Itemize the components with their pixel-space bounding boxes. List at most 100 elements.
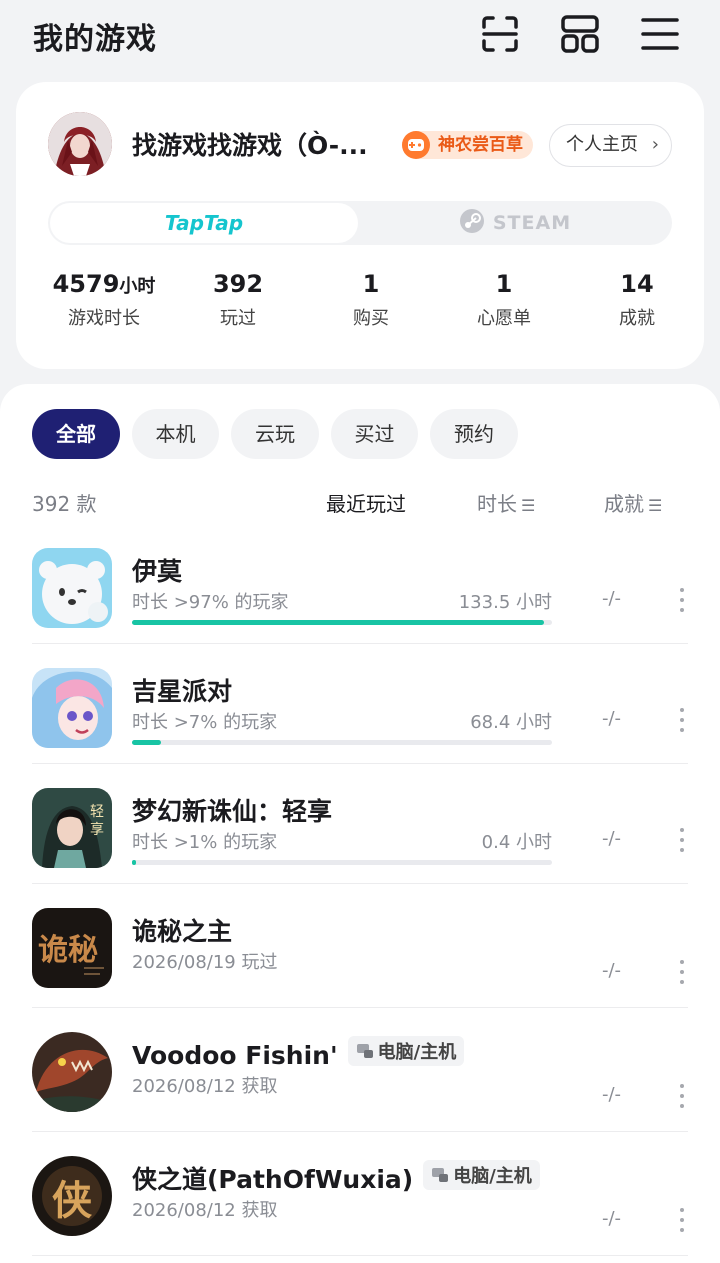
game-row[interactable]: 吉星派对 时长 >7% 的玩家 68.4 小时 -/- xyxy=(32,644,688,764)
stat-value: 392 xyxy=(212,270,264,298)
filter-chip-reserved[interactable]: 预约 xyxy=(430,409,518,459)
stat-label: 玩过 xyxy=(219,308,256,329)
more-icon[interactable] xyxy=(676,1208,688,1232)
game-row[interactable]: 轻享 梦幻新诛仙：轻享 时长 >1% 的玩家 0.4 小时 -/- xyxy=(32,764,688,884)
game-playtime-rank: 时长 >97% 的玩家 xyxy=(132,592,289,613)
pc-console-icon xyxy=(356,1044,373,1058)
playtime-bar-fill xyxy=(132,740,162,745)
title-badge[interactable]: 神农尝百草 xyxy=(402,131,533,159)
filter-chip-bought[interactable]: 买过 xyxy=(331,409,418,459)
stat-label: 购买 xyxy=(353,308,389,329)
sort-achievement-label: 成就 xyxy=(604,492,644,516)
filter-chip-cloud[interactable]: 云玩 xyxy=(231,409,319,459)
steam-label: STEAM xyxy=(492,212,572,234)
game-name: 伊莫 xyxy=(132,557,183,586)
platform-tag: 电脑/主机 xyxy=(423,1160,540,1190)
stat-wishlist[interactable]: 1 心愿单 xyxy=(477,270,531,330)
scan-icon[interactable] xyxy=(480,14,520,54)
stat-unit: 小时 xyxy=(119,276,156,297)
game-title: 侠之道(PathOfWuxia) xyxy=(132,1165,414,1194)
path-of-wuxia-icon: 侠 xyxy=(32,1156,112,1236)
playtime-bar xyxy=(132,860,552,865)
menu-icon[interactable] xyxy=(640,14,680,54)
more-icon[interactable] xyxy=(676,708,688,732)
playtime-bar xyxy=(132,620,552,625)
game-row[interactable]: 诡秘 诡秘之主 2026/08/19 玩过 -/- xyxy=(32,884,688,1008)
game-hours: 0.4 小时 xyxy=(481,832,552,853)
game-name: 吉星派对 xyxy=(132,677,233,706)
steam-icon xyxy=(459,208,485,239)
stat-label: 成就 xyxy=(619,308,655,329)
games-sheet: 全部 本机 云玩 买过 预约 392 款 最近玩过 时长 ☰ 成就 ☰ 伊莫 时长 … xyxy=(0,384,720,1263)
more-icon[interactable] xyxy=(676,588,688,612)
profile-card: 找游戏找游戏（Ò-... 神农尝百草 个人主页 › TapTap STEAM 4… xyxy=(16,82,704,369)
stat-played[interactable]: 392 玩过 xyxy=(213,270,263,330)
game-last-played: 2026/08/19 玩过 xyxy=(132,952,278,973)
stat-value: 1 xyxy=(495,270,513,298)
stat-label: 心愿单 xyxy=(477,308,531,329)
platform-tag: 电脑/主机 xyxy=(347,1036,465,1066)
stat-achievements[interactable]: 14 成就 xyxy=(619,270,655,330)
badge-label: 神农尝百草 xyxy=(438,135,523,155)
game-acquired-date: 2026/08/12 获取 xyxy=(132,1076,278,1097)
game-hours: 133.5 小时 xyxy=(458,592,552,613)
top-bar: 我的游戏 xyxy=(0,0,720,70)
game-playtime-rank: 时长 >1% 的玩家 xyxy=(132,832,278,853)
svg-text:轻: 轻 xyxy=(90,804,104,820)
game-hours: 68.4 小时 xyxy=(470,712,552,733)
stat-value: 4579 xyxy=(52,270,120,298)
avatar[interactable] xyxy=(48,112,112,176)
chevron-right-icon: › xyxy=(651,134,659,155)
filter-chip-local[interactable]: 本机 xyxy=(132,409,219,459)
layout-icon[interactable] xyxy=(560,14,600,54)
game-acquired-date: 2026/08/12 获取 xyxy=(132,1200,278,1221)
playtime-bar xyxy=(132,740,552,745)
user-name: 找游戏找游戏（Ò-... xyxy=(132,131,368,160)
game-achievement: -/- xyxy=(602,708,622,729)
game-achievement: -/- xyxy=(602,1084,622,1105)
stat-purchased[interactable]: 1 购买 xyxy=(353,270,389,330)
filter-chip-all[interactable]: 全部 xyxy=(32,409,120,459)
game-achievement: -/- xyxy=(602,588,622,609)
game-count: 392 款 xyxy=(32,492,97,516)
pc-console-icon xyxy=(432,1168,449,1182)
game-achievement: -/- xyxy=(602,828,622,849)
svg-text:诡秘: 诡秘 xyxy=(38,933,98,968)
sort-achievement[interactable]: 成就 ☰ xyxy=(604,488,662,517)
platform-tag-label: 电脑/主机 xyxy=(453,1166,532,1187)
tab-taptap[interactable]: TapTap xyxy=(50,203,358,243)
game-row[interactable]: 侠 侠之道(PathOfWuxia) 电脑/主机 2026/08/12 获取 -/… xyxy=(32,1132,688,1256)
svg-text:侠: 侠 xyxy=(52,1177,93,1224)
zhuxian-icon: 轻享 xyxy=(32,788,112,868)
stat-play-time[interactable]: 4579小时 游戏时长 xyxy=(53,270,156,330)
more-icon[interactable] xyxy=(676,960,688,984)
page-title: 我的游戏 xyxy=(33,22,157,57)
platform-tag-label: 电脑/主机 xyxy=(377,1042,457,1063)
lord-of-mysteries-icon: 诡秘 xyxy=(32,908,112,988)
sort-icon: ☰ xyxy=(648,496,662,515)
game-name: 梦幻新诛仙：轻享 xyxy=(132,797,333,826)
stat-value: 1 xyxy=(362,270,380,298)
game-name: 诡秘之主 xyxy=(132,917,233,946)
svg-text:享: 享 xyxy=(90,821,104,838)
game-row[interactable]: Voodoo Fishin' 电脑/主机 2026/08/12 获取 -/- xyxy=(32,1008,688,1132)
game-title: Voodoo Fishin' xyxy=(132,1041,338,1070)
emo-bear-icon xyxy=(32,548,112,628)
game-achievement: -/- xyxy=(602,1208,622,1229)
stat-value: 14 xyxy=(620,270,654,298)
sort-duration[interactable]: 时长 ☰ xyxy=(477,488,535,517)
more-icon[interactable] xyxy=(676,1084,688,1108)
game-achievement: -/- xyxy=(602,960,622,981)
game-row[interactable]: 伊莫 时长 >97% 的玩家 133.5 小时 -/- xyxy=(32,524,688,644)
more-icon[interactable] xyxy=(676,828,688,852)
sort-duration-label: 时长 xyxy=(477,492,517,516)
sort-recent[interactable]: 最近玩过 xyxy=(326,488,406,517)
game-name: 侠之道(PathOfWuxia) 电脑/主机 xyxy=(132,1160,540,1196)
profile-home-button[interactable]: 个人主页 › xyxy=(549,124,672,167)
game-name: Voodoo Fishin' 电脑/主机 xyxy=(132,1036,465,1070)
stat-label: 游戏时长 xyxy=(67,308,140,329)
playtime-bar-fill xyxy=(132,620,544,625)
tab-steam[interactable]: STEAM xyxy=(360,203,670,243)
star-party-icon xyxy=(32,668,112,748)
game-playtime-rank: 时长 >7% 的玩家 xyxy=(132,712,278,733)
